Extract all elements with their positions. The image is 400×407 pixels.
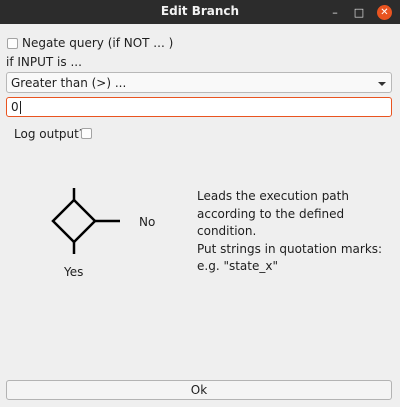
value-input[interactable]: 0 [6, 97, 392, 117]
chevron-down-icon [378, 82, 386, 86]
value-input-text: 0 [11, 100, 19, 114]
title-bar: Edit Branch – □ ✕ [0, 0, 400, 24]
negate-label[interactable]: Negate query (if NOT ... ) [22, 36, 173, 50]
ok-button[interactable]: Ok [6, 380, 392, 400]
condition-select-value: Greater than (>) ... [11, 76, 127, 90]
minimize-button[interactable]: – [328, 5, 342, 19]
close-button[interactable]: ✕ [377, 5, 392, 20]
info-line: according to the defined condition. [197, 206, 345, 239]
info-line: Leads the execution path [197, 189, 349, 203]
condition-select[interactable]: Greater than (>) ... [6, 72, 392, 93]
maximize-button[interactable]: □ [352, 5, 366, 19]
info-line: e.g. "state_x" [197, 259, 278, 273]
info-line: Put strings in quotation marks: [197, 241, 383, 256]
condition-label: if INPUT is ... [6, 55, 82, 69]
text-caret [20, 101, 21, 114]
yes-label: Yes [64, 265, 84, 279]
info-text: Leads the execution path according to th… [197, 188, 400, 276]
log-output-checkbox[interactable] [81, 128, 92, 139]
branch-diagram: No Yes [40, 180, 170, 290]
negate-checkbox[interactable] [7, 38, 18, 49]
no-label: No [139, 215, 156, 229]
log-output-label[interactable]: Log output? [14, 127, 85, 141]
branch-diamond-icon [51, 188, 120, 254]
